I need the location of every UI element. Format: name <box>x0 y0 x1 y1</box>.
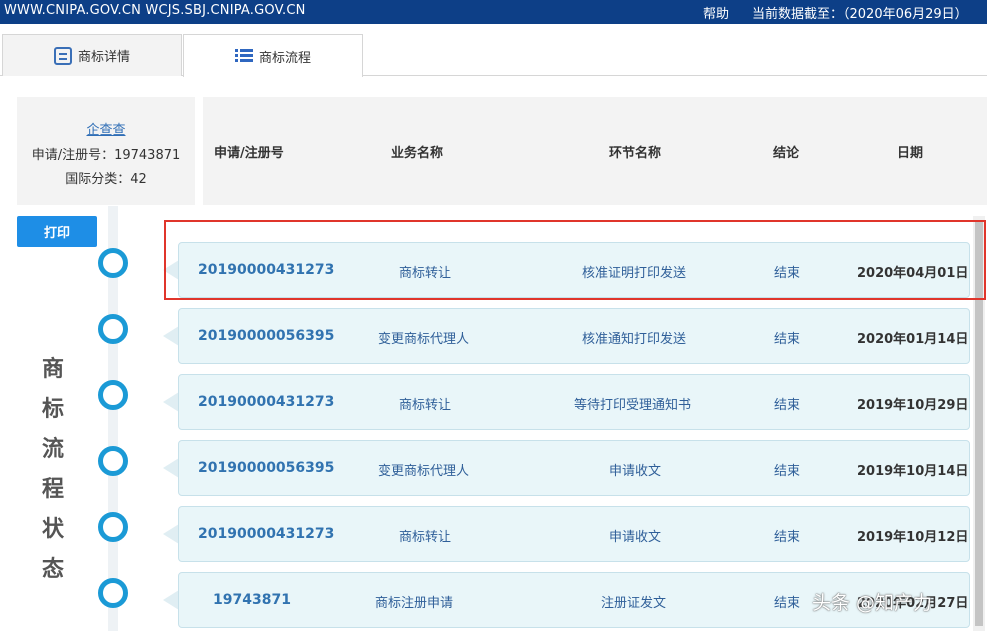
header-stage: 环节名称 <box>609 146 662 161</box>
process-card: 20190000056395 变更商标代理人 核准通知打印发送 结束 2020年… <box>178 308 970 364</box>
site-urls[interactable]: WWW.CNIPA.GOV.CN WCJS.SBJ.CNIPA.GOV.CN <box>4 3 306 18</box>
list-icon <box>234 47 253 65</box>
row-reg-no[interactable]: 20190000056395 <box>198 328 334 344</box>
watermark: 头条 @知产力 <box>812 592 933 614</box>
timeline-dot <box>98 512 128 542</box>
row-result: 结束 <box>774 398 801 413</box>
row-result: 结束 <box>774 464 801 479</box>
list-item[interactable]: 20190000431273 商标转让 等待打印受理通知书 结束 2019年10… <box>0 374 987 430</box>
top-bar: WWW.CNIPA.GOV.CN WCJS.SBJ.CNIPA.GOV.CN 帮… <box>0 0 987 24</box>
process-card: 20190000431273 商标转让 等待打印受理通知书 结束 2019年10… <box>178 374 970 430</box>
row-stage: 核准通知打印发送 <box>582 332 687 347</box>
table-header: 申请/注册号 业务名称 环节名称 结论 日期 <box>203 97 987 205</box>
data-as-of: 当前数据截至：（2020年06月29日） <box>752 7 968 22</box>
card-pointer <box>163 590 179 610</box>
row-business: 商标转让 <box>399 530 452 545</box>
timeline-dot <box>98 446 128 476</box>
timeline-dot <box>98 314 128 344</box>
row-stage: 申请收文 <box>609 464 662 479</box>
row-reg-no[interactable]: 19743871 <box>213 592 291 608</box>
highlight-box <box>164 220 986 300</box>
row-result: 结束 <box>774 530 801 545</box>
row-date: 2019年10月12日 <box>857 530 969 545</box>
row-reg-no[interactable]: 20190000056395 <box>198 460 334 476</box>
list-item[interactable]: 20190000431273 商标转让 申请收文 结束 2019年10月12日 <box>0 506 987 562</box>
tab-trademark-details[interactable]: 商标详情 <box>2 34 182 76</box>
row-date: 2019年10月29日 <box>857 398 969 413</box>
row-stage: 等待打印受理通知书 <box>574 398 692 413</box>
row-reg-no[interactable]: 20190000431273 <box>198 526 334 542</box>
row-result: 结束 <box>774 332 801 347</box>
process-card: 20190000431273 商标转让 申请收文 结束 2019年10月12日 <box>178 506 970 562</box>
header-result: 结论 <box>773 146 800 161</box>
row-business: 变更商标代理人 <box>378 464 470 479</box>
timeline-dot <box>98 248 128 278</box>
row-stage: 申请收文 <box>609 530 662 545</box>
trademark-info-panel: 企查查 申请/注册号：19743871 国际分类：42 <box>17 97 195 205</box>
row-business: 变更商标代理人 <box>378 332 470 347</box>
tab-trademark-process[interactable]: 商标流程 <box>183 34 363 77</box>
header-business: 业务名称 <box>391 146 444 161</box>
registration-number: 申请/注册号：19743871 <box>31 148 181 163</box>
document-icon <box>53 46 72 65</box>
card-pointer <box>163 392 179 412</box>
timeline-dot <box>98 578 128 608</box>
row-date: 2020年01月14日 <box>857 332 969 347</box>
header-reg-no: 申请/注册号 <box>214 146 284 161</box>
row-result: 结束 <box>774 596 801 611</box>
row-date: 2019年10月14日 <box>857 464 969 479</box>
list-item[interactable]: 20190000056395 变更商标代理人 核准通知打印发送 结束 2020年… <box>0 308 987 364</box>
tab-label: 商标详情 <box>77 50 130 65</box>
row-stage: 注册证发文 <box>601 596 667 611</box>
card-pointer <box>163 524 179 544</box>
process-card: 20190000056395 变更商标代理人 申请收文 结束 2019年10月1… <box>178 440 970 496</box>
card-pointer <box>163 326 179 346</box>
header-date: 日期 <box>897 146 924 161</box>
row-business: 商标转让 <box>399 398 452 413</box>
row-reg-no[interactable]: 20190000431273 <box>198 394 334 410</box>
qichacha-link[interactable]: 企查查 <box>17 119 195 138</box>
tab-bar: 商标详情 商标流程 <box>0 34 987 77</box>
help-link[interactable]: 帮助 <box>703 3 729 22</box>
list-item[interactable]: 20190000056395 变更商标代理人 申请收文 结束 2019年10月1… <box>0 440 987 496</box>
timeline-dot <box>98 380 128 410</box>
card-pointer <box>163 458 179 478</box>
international-class: 国际分类：42 <box>65 172 147 187</box>
tab-label: 商标流程 <box>258 50 311 66</box>
row-business: 商标注册申请 <box>375 596 454 611</box>
